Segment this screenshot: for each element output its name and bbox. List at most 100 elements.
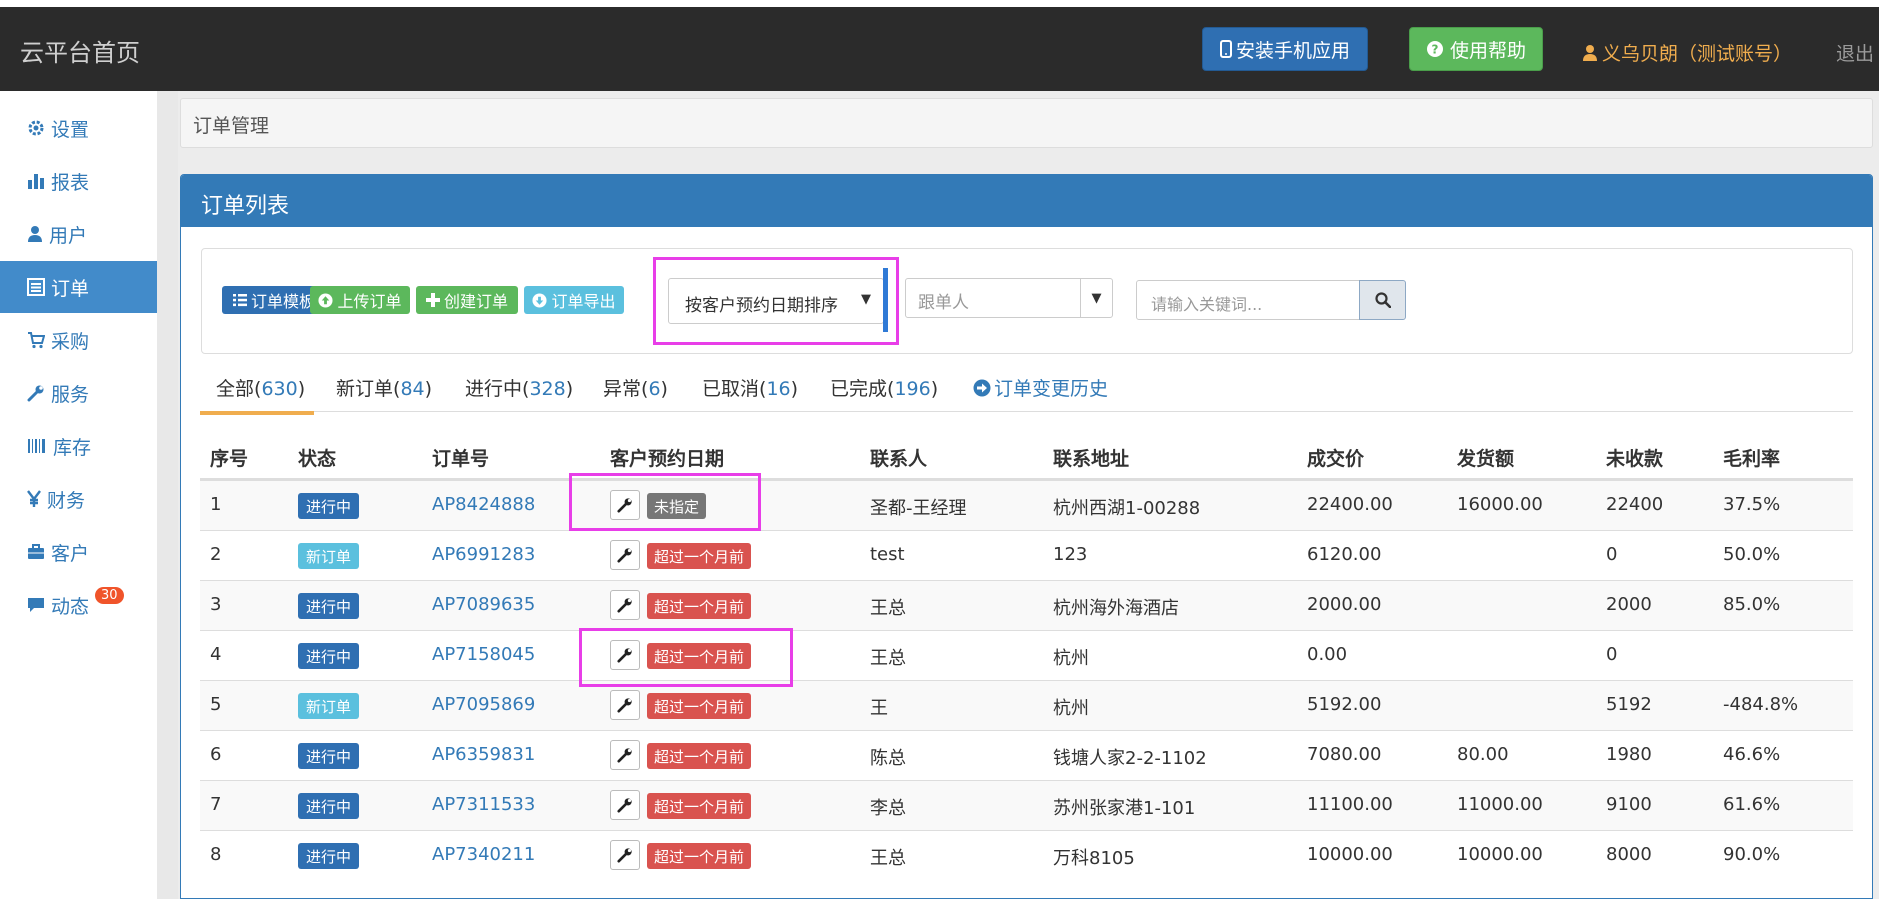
sort-order-select[interactable]: 按客户预约日期排序 ▼ — [668, 278, 884, 324]
gear-icon — [28, 120, 44, 136]
order-number-link[interactable]: AP7311533 — [432, 794, 535, 815]
appointment-date-badge: 超过一个月前 — [647, 793, 752, 819]
search-button[interactable] — [1359, 280, 1406, 320]
order-number-link[interactable]: AP6991283 — [432, 544, 535, 565]
table-row: 6 AP6359831 陈总 钱塘人家2-2-1102 7080.00 80.00 1980… — [200, 730, 1853, 780]
user-icon — [28, 226, 42, 242]
column-header: 客户预约日期 — [610, 448, 725, 470]
sidebar-item-purchase[interactable]: 采购 — [0, 314, 157, 366]
upload-order-button[interactable]: 上传订单 — [310, 286, 410, 314]
create-order-button[interactable]: 创建订单 — [416, 286, 518, 314]
cell-no: 4 — [210, 644, 222, 665]
briefcase-icon — [28, 544, 44, 559]
yen-icon — [27, 490, 41, 507]
sidebar-item-customers[interactable]: 客户 — [0, 526, 157, 578]
question-circle-icon: ? — [1426, 41, 1443, 57]
cell-margin: 50.0% — [1723, 544, 1781, 565]
sidebar-item-label: 用户 — [49, 224, 88, 247]
sidebar-item-finance[interactable]: 财务 — [0, 473, 157, 525]
order-number-link[interactable]: AP6359831 — [432, 744, 535, 765]
status-badge: 进行中 — [298, 593, 360, 619]
brand-home-link[interactable]: 云平台首页 — [20, 33, 140, 68]
sidebar-item-label: 设置 — [51, 118, 90, 141]
edit-date-button[interactable] — [610, 590, 640, 620]
order-status-tabs: 全部(630) 新订单(84) 进行中(328) 异常(6) 已取消(16) 已… — [200, 364, 1853, 415]
cell-unpaid: 5192 — [1606, 694, 1652, 715]
sidebar-item-label: 库存 — [53, 436, 92, 459]
column-header: 订单号 — [432, 448, 490, 470]
install-app-button[interactable]: 安装手机应用 — [1202, 27, 1368, 71]
cell-shipped: 10000.00 — [1457, 844, 1543, 865]
column-header: 序号 — [210, 448, 249, 470]
sidebar-item-orders[interactable]: 订单 — [0, 261, 157, 313]
sidebar-item-label: 订单 — [51, 277, 90, 300]
cell-price: 6120.00 — [1307, 544, 1382, 565]
tab-label: 异常 — [603, 378, 642, 400]
tab-count: 630 — [261, 378, 298, 400]
sidebar-item-settings[interactable]: 设置 — [0, 102, 157, 154]
download-circle-icon — [532, 292, 548, 308]
cell-contact: 李总 — [870, 798, 906, 819]
column-header: 状态 — [298, 448, 337, 470]
status-badge: 进行中 — [298, 793, 360, 819]
logout-link[interactable]: 退出 — [1836, 39, 1874, 66]
tab-in-progress[interactable]: 进行中(328) — [465, 374, 573, 401]
order-template-label: 订单模板 — [250, 292, 315, 311]
tab-abnormal[interactable]: 异常(6) — [603, 374, 668, 401]
follower-placeholder: 跟单人 — [918, 293, 969, 313]
wrench-icon — [617, 848, 632, 863]
cell-unpaid: 9100 — [1606, 794, 1652, 815]
edit-date-button[interactable] — [610, 840, 640, 870]
help-label: 使用帮助 — [1449, 39, 1526, 62]
cell-no: 7 — [210, 794, 222, 815]
tab-new[interactable]: 新订单(84) — [336, 374, 432, 401]
cell-contact: 圣都-王经理 — [870, 498, 967, 519]
edit-date-button[interactable] — [610, 790, 640, 820]
upload-circle-icon — [318, 292, 334, 308]
sidebar-item-label: 动态 — [51, 595, 90, 618]
cart-icon — [28, 332, 45, 349]
cell-price: 2000.00 — [1307, 594, 1382, 615]
cell-price: 0.00 — [1307, 644, 1348, 665]
cell-no: 1 — [210, 494, 222, 515]
wrench-icon — [617, 748, 632, 763]
table-row: 8 AP7340211 王总 万科8105 10000.00 10000.00 8000 90… — [200, 830, 1853, 880]
edit-date-button[interactable] — [610, 740, 640, 770]
sidebar-item-reports[interactable]: 报表 — [0, 155, 157, 207]
order-table-header: 序号 状态 订单号 客户预约日期 联系人 联系地址 成交价 发货额 未收款 毛利… — [200, 438, 1853, 480]
help-button[interactable]: ? 使用帮助 — [1409, 27, 1543, 71]
order-number-link[interactable]: AP7095869 — [432, 694, 535, 715]
column-header: 未收款 — [1606, 448, 1664, 470]
user-menu[interactable]: 义乌贝朗（测试账号） — [1582, 39, 1792, 66]
cell-shipped: 16000.00 — [1457, 494, 1543, 515]
edit-date-button[interactable] — [610, 540, 640, 570]
table-row: 7 AP7311533 李总 苏州张家港1-101 11100.00 11000.00 91… — [200, 780, 1853, 830]
follower-select[interactable]: 跟单人 ▼ — [905, 278, 1113, 318]
cell-price: 10000.00 — [1307, 844, 1393, 865]
list-icon — [232, 294, 247, 307]
tab-completed[interactable]: 已完成(196) — [830, 374, 938, 401]
order-history-label: 订单变更历史 — [994, 378, 1109, 400]
sidebar-item-inventory[interactable]: 库存 — [0, 420, 157, 472]
cell-contact: 陈总 — [870, 748, 906, 769]
sidebar-item-users[interactable]: 用户 — [0, 208, 157, 260]
export-order-button[interactable]: 订单导出 — [524, 286, 624, 314]
comment-icon — [28, 598, 44, 612]
column-header: 发货额 — [1457, 448, 1515, 470]
caret-down-icon[interactable]: ▼ — [1080, 279, 1112, 317]
order-number-link[interactable]: AP7089635 — [432, 594, 535, 615]
cell-no: 6 — [210, 744, 222, 765]
order-history-link[interactable]: 订单变更历史 — [973, 374, 1108, 401]
tab-cancelled[interactable]: 已取消(16) — [702, 374, 798, 401]
order-number-link[interactable]: AP8424888 — [432, 494, 535, 515]
edit-date-button[interactable] — [610, 690, 640, 720]
export-order-label: 订单导出 — [551, 292, 616, 311]
sidebar-item-service[interactable]: 服务 — [0, 367, 157, 419]
cell-shipped: 11000.00 — [1457, 794, 1543, 815]
sidebar-divider — [157, 91, 178, 899]
order-number-link[interactable]: AP7158045 — [432, 644, 535, 665]
order-number-link[interactable]: AP7340211 — [432, 844, 535, 865]
sidebar-item-activity[interactable]: 动态 30 — [0, 579, 157, 631]
tab-all[interactable]: 全部(630) — [200, 374, 314, 415]
search-input[interactable]: 请输入关键词... — [1136, 280, 1360, 320]
